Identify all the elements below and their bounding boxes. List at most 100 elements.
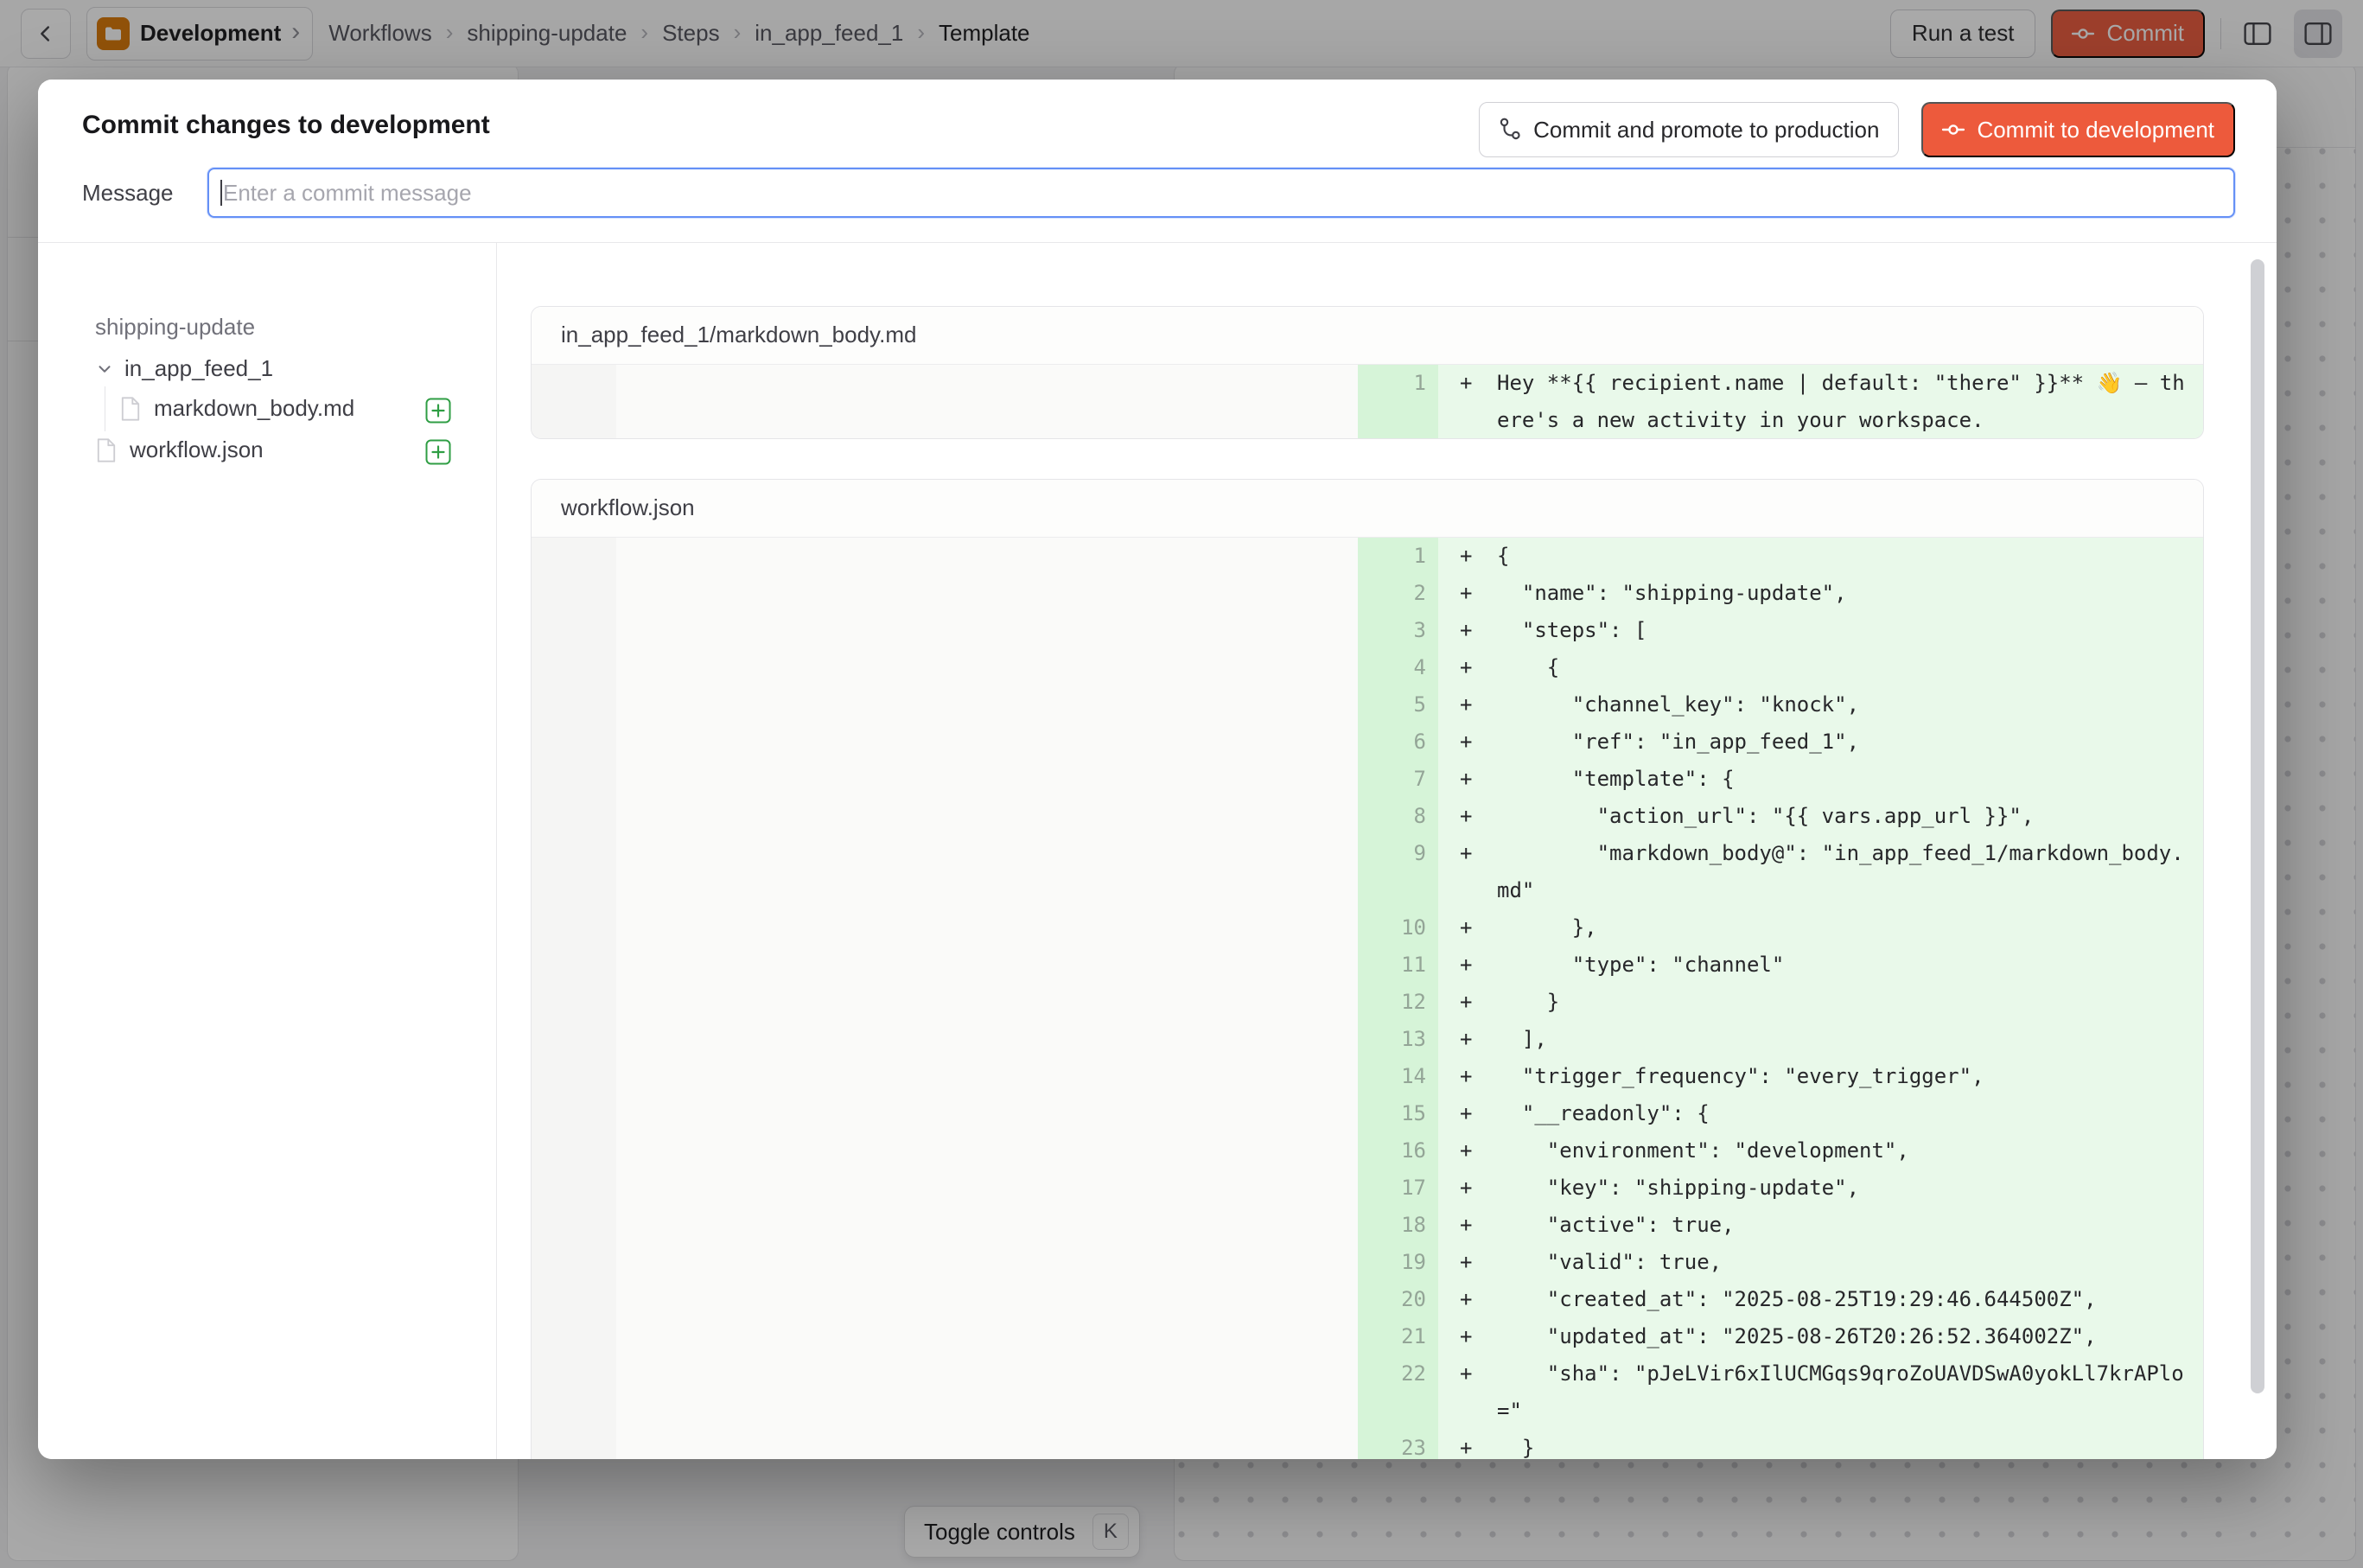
- diff-view: in_app_feed_1/markdown_body.md 1+Hey **{…: [497, 243, 2277, 1459]
- diff-old-content: [616, 1058, 1358, 1095]
- diff-old-content: [616, 872, 1358, 909]
- diff-line-number: 22: [1358, 1355, 1438, 1393]
- diff-added-line: + "template": {: [1438, 761, 2203, 798]
- file-icon: [95, 437, 118, 463]
- diff-plus-sign: +: [1460, 612, 1497, 649]
- chevron-down-icon: [95, 360, 114, 379]
- diff-file-name: in_app_feed_1/markdown_body.md: [532, 307, 2203, 365]
- message-input[interactable]: [207, 168, 2235, 218]
- diff-line-number: 6: [1358, 723, 1438, 761]
- diff-code-text: md": [1497, 878, 1534, 902]
- text-cursor: [220, 180, 222, 206]
- tree-folder-in-app-feed[interactable]: in_app_feed_1: [95, 355, 273, 382]
- diff-added-line: + "updated_at": "2025-08-26T20:26:52.364…: [1438, 1318, 2203, 1355]
- diff-line-number: 16: [1358, 1132, 1438, 1170]
- diff-code-text: "steps": [: [1497, 618, 1646, 642]
- changed-files-sidebar: shipping-update in_app_feed_1 markdown_b…: [38, 243, 497, 1459]
- commit-and-promote-label: Commit and promote to production: [1533, 117, 1879, 143]
- diff-old-gutter: [532, 402, 616, 439]
- diff-old-content: [616, 835, 1358, 872]
- diff-old-content: [616, 1095, 1358, 1132]
- diff-code-text: "valid": true,: [1497, 1250, 1722, 1274]
- diff-added-line: + "sha": "pJeLVir6xIlUCMGqs9qroZoUAVDSwA…: [1438, 1355, 2203, 1393]
- diff-old-content: [616, 1393, 1358, 1430]
- tree-folder-label: in_app_feed_1: [124, 355, 273, 382]
- diff-old-gutter: [532, 1058, 616, 1095]
- diff-line-number: 12: [1358, 984, 1438, 1021]
- diff-added-line: + "environment": "development",: [1438, 1132, 2203, 1170]
- diff-code-text: {: [1497, 655, 1559, 679]
- diff-line-number: [1358, 1393, 1438, 1430]
- diff-code-text: "trigger_frequency": "every_trigger",: [1497, 1064, 1984, 1088]
- diff-old-content: [616, 984, 1358, 1021]
- diff-added-line: +Hey **{{ recipient.name | default: "the…: [1438, 365, 2203, 402]
- diff-old-gutter: [532, 1021, 616, 1058]
- diff-line-number: 21: [1358, 1318, 1438, 1355]
- diff-old-content: [616, 723, 1358, 761]
- diff-line-number: 1: [1358, 365, 1438, 402]
- commit-icon: [1942, 118, 1965, 141]
- diff-row: 18+ "active": true,: [532, 1207, 2203, 1244]
- diff-row: 3+ "steps": [: [532, 612, 2203, 649]
- commit-and-promote-button[interactable]: Commit and promote to production: [1479, 102, 1899, 157]
- diff-code-text: },: [1497, 915, 1597, 940]
- diff-row: 12+ }: [532, 984, 2203, 1021]
- diff-plus-sign: +: [1460, 686, 1497, 723]
- diff-old-content: [616, 612, 1358, 649]
- diff-old-content: [616, 365, 1358, 402]
- diff-plus-sign: +: [1460, 649, 1497, 686]
- diff-old-content: [616, 575, 1358, 612]
- diff-added-line: + "key": "shipping-update",: [1438, 1170, 2203, 1207]
- diff-added-line: + "trigger_frequency": "every_trigger",: [1438, 1058, 2203, 1095]
- diff-old-content: [616, 1355, 1358, 1393]
- diff-code-text: "action_url": "{{ vars.app_url }}",: [1497, 804, 2034, 828]
- diff-row: 11+ "type": "channel": [532, 947, 2203, 984]
- diff-plus-sign: +: [1460, 947, 1497, 984]
- diff-old-content: [616, 1132, 1358, 1170]
- diff-line-number: 9: [1358, 835, 1438, 872]
- diff-row: md": [532, 872, 2203, 909]
- diff-plus-sign: +: [1460, 1132, 1497, 1170]
- diff-plus-sign: +: [1460, 1170, 1497, 1207]
- diff-old-content: [616, 538, 1358, 575]
- diff-old-gutter: [532, 872, 616, 909]
- commit-to-development-button[interactable]: Commit to development: [1921, 102, 2235, 157]
- diff-code-text: "created_at": "2025-08-25T19:29:46.64450…: [1497, 1287, 2097, 1311]
- diff-added-line: + }: [1438, 1430, 2203, 1459]
- diff-plus-sign: +: [1460, 1095, 1497, 1132]
- diff-row: 19+ "valid": true,: [532, 1244, 2203, 1281]
- diff-row: 9+ "markdown_body@": "in_app_feed_1/mark…: [532, 835, 2203, 872]
- diff-line-number: 8: [1358, 798, 1438, 835]
- diff-code-text: "active": true,: [1497, 1213, 1735, 1237]
- tree-file-markdown-body[interactable]: markdown_body.md: [119, 395, 354, 422]
- workflow-root-label: shipping-update: [95, 314, 255, 341]
- diff-added-line: + "type": "channel": [1438, 947, 2203, 984]
- commit-modal: Commit changes to development Commit and…: [38, 80, 2277, 1459]
- diff-line-number: 18: [1358, 1207, 1438, 1244]
- diff-old-content: [616, 761, 1358, 798]
- diff-old-gutter: [532, 1430, 616, 1459]
- diff-line-number: [1358, 402, 1438, 439]
- diff-plus-sign: +: [1460, 1318, 1497, 1355]
- diff-line-number: 3: [1358, 612, 1438, 649]
- diff-plus-sign: +: [1460, 1355, 1497, 1393]
- diff-added-line: + "steps": [: [1438, 612, 2203, 649]
- diff-line-number: 4: [1358, 649, 1438, 686]
- diff-code-text: }: [1497, 1436, 1534, 1459]
- diff-code-text: "key": "shipping-update",: [1497, 1176, 1859, 1200]
- diff-old-content: [616, 1430, 1358, 1459]
- diff-old-gutter: [532, 835, 616, 872]
- diff-added-line: +{: [1438, 538, 2203, 575]
- diff-row: 2+ "name": "shipping-update",: [532, 575, 2203, 612]
- diff-old-content: [616, 1244, 1358, 1281]
- diff-code-text: ere's a new activity in your workspace.: [1497, 408, 1984, 432]
- diff-old-content: [616, 402, 1358, 439]
- diff-row: 14+ "trigger_frequency": "every_trigger"…: [532, 1058, 2203, 1095]
- diff-old-content: [616, 1021, 1358, 1058]
- diff-code-text: Hey **{{ recipient.name | default: "ther…: [1497, 371, 2185, 395]
- diff-row: 23+ }: [532, 1430, 2203, 1459]
- diff-code-text: =": [1497, 1399, 1522, 1423]
- diff-rows: 1+{2+ "name": "shipping-update",3+ "step…: [532, 538, 2203, 1459]
- modal-scrollbar[interactable]: [2251, 259, 2264, 1393]
- tree-file-workflow-json[interactable]: workflow.json: [95, 437, 264, 463]
